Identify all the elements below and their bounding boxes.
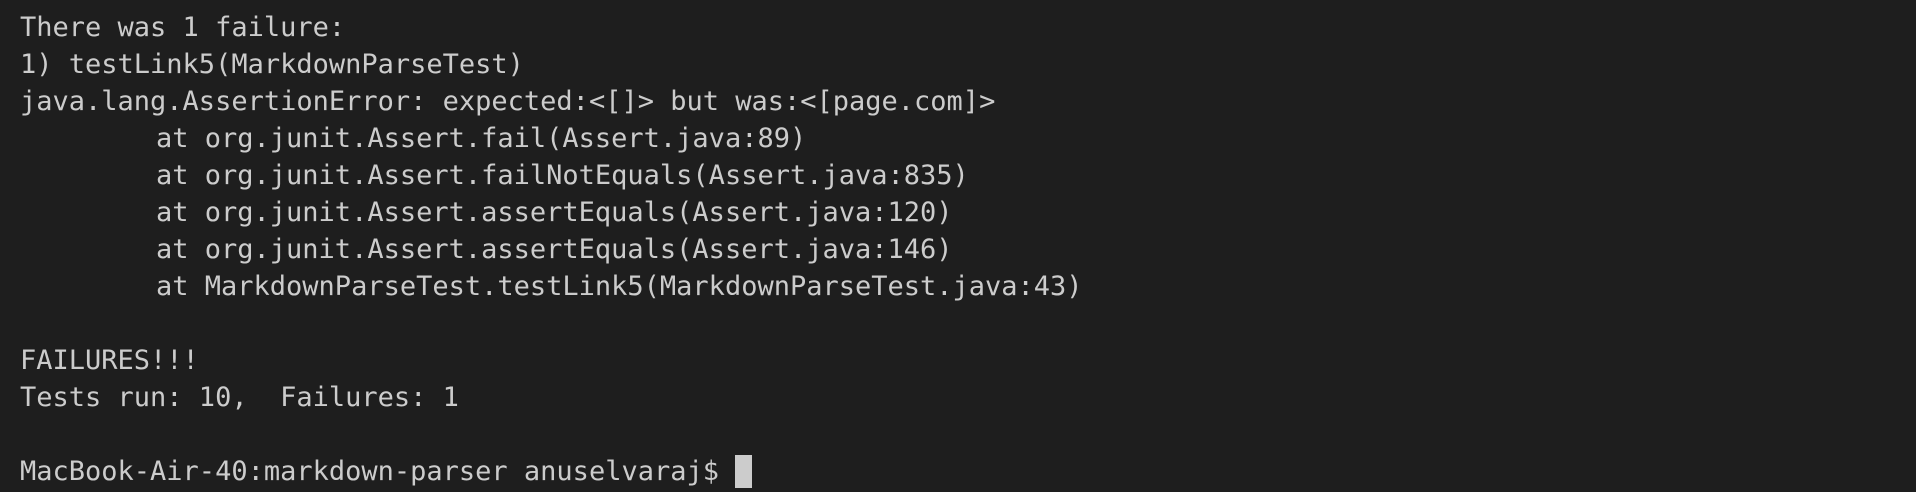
shell-prompt: MacBook-Air-40:markdown-parser anuselvar… — [20, 456, 719, 487]
stack-trace-line: at org.junit.Assert.assertEquals(Assert.… — [156, 234, 953, 265]
stack-trace-line: at org.junit.Assert.fail(Assert.java:89) — [156, 123, 807, 154]
failure-header: There was 1 failure: — [20, 12, 346, 43]
text-cursor — [734, 455, 752, 488]
terminal-window[interactable]: There was 1 failure: 1) testLink5(Markdo… — [0, 0, 1916, 492]
failure-test-name: 1) testLink5(MarkdownParseTest) — [20, 49, 524, 80]
stack-trace-line: at org.junit.Assert.assertEquals(Assert.… — [156, 197, 953, 228]
command-prompt-line[interactable]: MacBook-Air-40:markdown-parser anuselvar… — [20, 453, 1916, 490]
failures-summary-label: FAILURES!!! — [20, 345, 199, 376]
stack-trace-line: at MarkdownParseTest.testLink5(MarkdownP… — [156, 271, 1083, 302]
stack-trace-line: at org.junit.Assert.failNotEquals(Assert… — [156, 160, 969, 191]
assertion-error-message: java.lang.AssertionError: expected:<[]> … — [20, 86, 996, 117]
tests-run-summary: Tests run: 10, Failures: 1 — [20, 382, 459, 413]
